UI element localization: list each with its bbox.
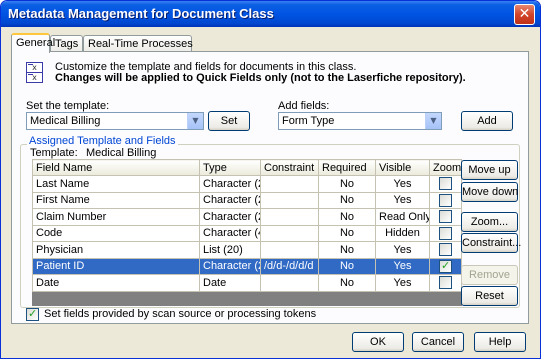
required-cell[interactable]: No	[318, 274, 376, 292]
zoom-button[interactable]: Zoom...	[461, 212, 518, 232]
required-cell[interactable]: No	[318, 257, 376, 275]
visible-cell[interactable]: Yes	[375, 241, 430, 259]
move-down-button[interactable]: Move down	[461, 182, 518, 202]
column-header-constraint[interactable]: Constraint	[260, 159, 319, 176]
required-cell[interactable]: No	[318, 191, 376, 209]
tab-general[interactable]: General	[11, 33, 55, 53]
warning-icon: x	[26, 72, 43, 83]
type-cell[interactable]: Character (20)	[199, 257, 261, 275]
table-row[interactable]: Physician List (20) No Yes	[32, 241, 462, 259]
column-header-field-name[interactable]: Field Name	[32, 159, 200, 176]
table-row[interactable]: Claim Number Character (250) No Read Onl…	[32, 208, 462, 226]
add-fields-dropdown[interactable]: Form Type ▼	[278, 112, 442, 130]
type-cell[interactable]: Character (250)	[199, 208, 261, 226]
field-name-cell[interactable]: Last Name	[32, 175, 200, 193]
visible-cell[interactable]: Yes	[375, 274, 430, 292]
zoom-cell	[429, 241, 462, 259]
field-name-cell[interactable]: Claim Number	[32, 208, 200, 226]
close-button[interactable]: ✕	[514, 4, 535, 25]
remove-button[interactable]: Remove	[461, 265, 518, 285]
constraint-cell[interactable]	[260, 208, 319, 226]
add-fields-label: Add fields:	[278, 100, 330, 112]
visible-cell[interactable]: Hidden	[375, 224, 430, 242]
zoom-checkbox[interactable]	[439, 276, 452, 290]
zoom-checkbox[interactable]	[439, 243, 452, 257]
ok-button[interactable]: OK	[352, 332, 404, 352]
constraint-cell[interactable]	[260, 224, 319, 242]
constraint-cell[interactable]	[260, 191, 319, 209]
field-name-cell[interactable]: Physician	[32, 241, 200, 259]
zoom-checkbox[interactable]	[439, 226, 452, 240]
scan-tokens-checkbox[interactable]	[26, 307, 39, 321]
type-cell[interactable]: Date	[199, 274, 261, 292]
table-header-row: Field Name Type Constraint Required Visi…	[32, 159, 462, 176]
constraint-cell[interactable]	[260, 274, 319, 292]
visible-cell[interactable]: Read Only	[375, 208, 430, 226]
column-header-type[interactable]: Type	[199, 159, 261, 176]
constraint-button[interactable]: Constraint...	[461, 233, 521, 253]
fields-table: Field Name Type Constraint Required Visi…	[32, 159, 462, 306]
zoom-checkbox[interactable]	[439, 210, 452, 224]
window-title: Metadata Management for Document Class	[8, 6, 274, 21]
dialog-window: Metadata Management for Document Class ✕…	[0, 0, 541, 359]
field-name-cell[interactable]: First Name	[32, 191, 200, 209]
type-cell[interactable]: Character (20)	[199, 191, 261, 209]
zoom-cell	[429, 224, 462, 242]
zoom-cell	[429, 175, 462, 193]
type-cell[interactable]: List (20)	[199, 241, 261, 259]
field-name-cell[interactable]: Date	[32, 274, 200, 292]
help-button[interactable]: Help	[474, 332, 526, 352]
table-row[interactable]: Code Character (40) No Hidden	[32, 224, 462, 242]
chevron-down-icon: ▼	[187, 113, 203, 129]
visible-cell[interactable]: Yes	[375, 257, 430, 275]
table-row[interactable]: First Name Character (20) No Yes	[32, 191, 462, 209]
template-dropdown[interactable]: Medical Billing ▼	[26, 112, 204, 130]
tab-real-time-processes[interactable]: Real-Time Processes	[83, 35, 193, 52]
zoom-checkbox[interactable]	[439, 259, 452, 273]
table-row[interactable]: Date Date No Yes	[32, 274, 462, 292]
chevron-down-icon: ▼	[425, 113, 441, 129]
column-header-visible[interactable]: Visible	[375, 159, 430, 176]
table-empty-area	[32, 290, 462, 306]
field-name-cell[interactable]: Code	[32, 224, 200, 242]
zoom-cell	[429, 208, 462, 226]
general-tab-panel: x Customize the template and fields for …	[11, 51, 529, 324]
template-dropdown-value: Medical Billing	[30, 115, 101, 127]
template-caption-value: Medical Billing	[86, 147, 157, 159]
constraint-cell[interactable]	[260, 241, 319, 259]
constraint-cell[interactable]: /d/d-/d/d/d	[260, 257, 319, 275]
reset-button[interactable]: Reset	[461, 286, 518, 306]
title-bar[interactable]: Metadata Management for Document Class ✕	[1, 1, 540, 27]
set-template-label: Set the template:	[26, 100, 110, 112]
field-name-cell[interactable]: Patient ID	[32, 257, 200, 275]
cancel-button[interactable]: Cancel	[412, 332, 464, 352]
add-fields-dropdown-value: Form Type	[282, 115, 335, 127]
zoom-cell	[429, 191, 462, 209]
table-row[interactable]: Last Name Character (20) No Yes	[32, 175, 462, 193]
zoom-checkbox[interactable]	[439, 193, 452, 207]
table-row-selected[interactable]: Patient ID Character (20) /d/d-/d/d/d No…	[32, 257, 462, 275]
required-cell[interactable]: No	[318, 224, 376, 242]
add-button[interactable]: Add	[461, 111, 513, 131]
required-cell[interactable]: No	[318, 175, 376, 193]
scan-tokens-label[interactable]: Set fields provided by scan source or pr…	[44, 308, 316, 320]
group-title: Assigned Template and Fields	[27, 135, 178, 147]
set-button[interactable]: Set	[208, 111, 250, 131]
info-line-2: Changes will be applied to Quick Fields …	[55, 72, 466, 84]
zoom-cell	[429, 257, 462, 275]
template-caption: Template:	[30, 147, 78, 159]
column-header-zoom[interactable]: Zoom	[429, 159, 462, 176]
type-cell[interactable]: Character (40)	[199, 224, 261, 242]
zoom-cell	[429, 274, 462, 292]
move-up-button[interactable]: Move up	[461, 160, 518, 180]
column-header-required[interactable]: Required	[318, 159, 376, 176]
zoom-checkbox[interactable]	[439, 177, 452, 191]
constraint-cell[interactable]	[260, 175, 319, 193]
close-icon: ✕	[518, 6, 531, 22]
visible-cell[interactable]: Yes	[375, 175, 430, 193]
required-cell[interactable]: No	[318, 241, 376, 259]
type-cell[interactable]: Character (20)	[199, 175, 261, 193]
visible-cell[interactable]: Yes	[375, 191, 430, 209]
required-cell[interactable]: No	[318, 208, 376, 226]
